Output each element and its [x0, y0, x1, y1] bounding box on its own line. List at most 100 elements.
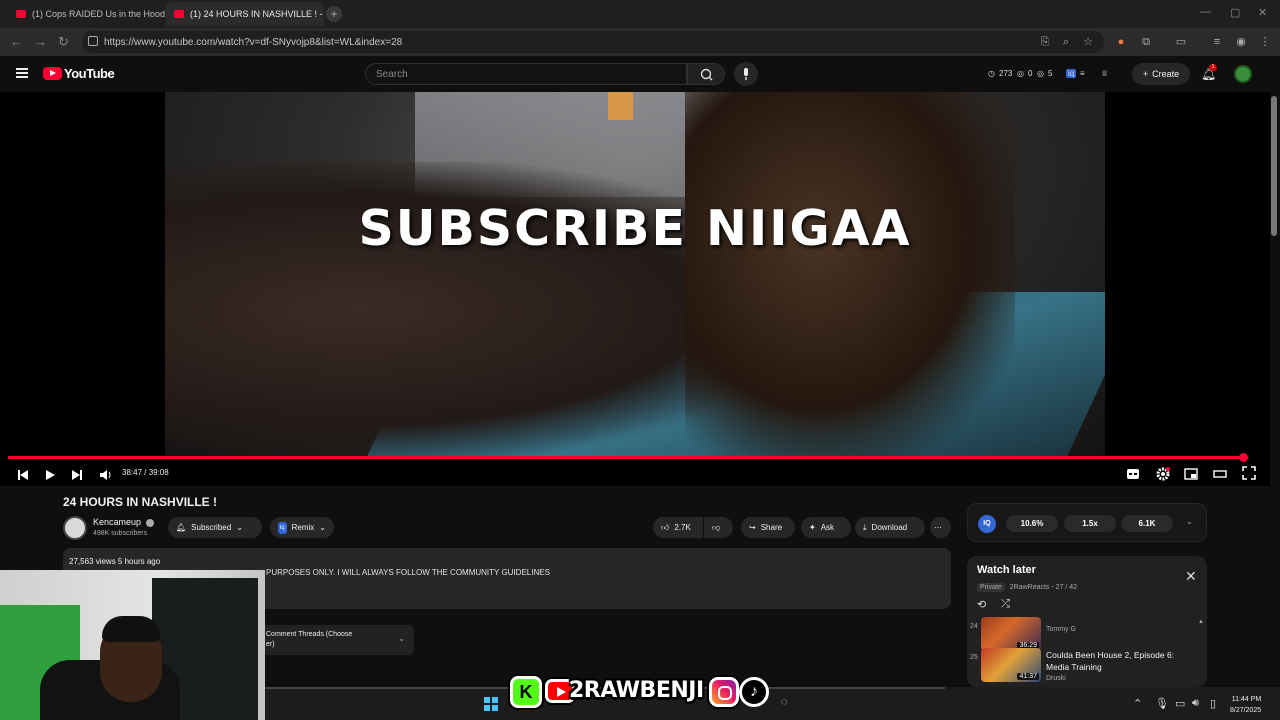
dislike-button[interactable]: 👎︎ — [704, 517, 733, 538]
search-input[interactable]: Search — [365, 63, 687, 85]
iq-chip-percent[interactable]: 10.6% — [1006, 515, 1058, 532]
install-app-icon[interactable]: ⎘ — [1038, 35, 1052, 49]
page-scrollbar[interactable] — [1271, 96, 1277, 236]
account-avatar[interactable] — [1234, 65, 1252, 83]
video-player[interactable]: SUBSCRIBE NIIGAA 38:47 / 39:08 — [0, 92, 1270, 486]
new-tab-button[interactable]: + — [326, 6, 342, 22]
play-icon[interactable] — [43, 468, 57, 482]
video-frame[interactable]: SUBSCRIBE NIIGAA — [165, 92, 1105, 458]
forward-icon[interactable]: → — [34, 34, 47, 49]
tab-title: (1) 24 HOURS IN NASHVILLE ! - — [190, 9, 323, 19]
ask-label: Ask — [820, 523, 835, 532]
video-thumbnail[interactable]: 41:37 — [981, 648, 1041, 682]
playlist-panel: Watch later ✕ Private 2RawReacts - 27 / … — [967, 556, 1207, 687]
miniplayer-icon[interactable] — [1184, 468, 1198, 480]
speaker-icon[interactable]: 🔊︎ — [1192, 697, 1199, 710]
remix-button[interactable]: iq Remix ⌄ — [270, 517, 334, 538]
trophy-icon[interactable]: ♕ — [1101, 69, 1108, 78]
theater-mode-icon[interactable] — [1213, 468, 1227, 480]
voice-search-button[interactable] — [734, 62, 758, 86]
scrubber-handle[interactable] — [1239, 453, 1248, 462]
next-icon[interactable] — [70, 468, 84, 482]
create-button[interactable]: + Create — [1132, 63, 1190, 85]
previous-icon[interactable] — [16, 468, 30, 482]
playlist-item[interactable]: 25 41:37 Coulda Been House 2, Episode 6:… — [967, 648, 1207, 684]
profile-icon[interactable]: ◉ — [1234, 35, 1248, 49]
microphone-tray-icon[interactable]: 🎙︎ — [1155, 697, 1169, 710]
browser-menu-icon[interactable]: ⋮ — [1258, 35, 1272, 49]
channel-name[interactable]: Kencameup — [93, 517, 141, 527]
minimize-icon[interactable]: — — [1200, 6, 1211, 18]
maximize-icon[interactable]: ▢ — [1230, 6, 1240, 19]
iq-chip-speed[interactable]: 1.5x — [1064, 515, 1116, 532]
subscribed-button[interactable]: 🔔︎ Subscribed ⌄ — [168, 517, 262, 538]
sort-label-line-2: er) — [266, 641, 275, 648]
chevron-up-icon[interactable]: ⌃ — [1133, 697, 1142, 710]
privacy-badge: Private — [977, 583, 1005, 592]
browser-tab-active[interactable]: (1) 24 HOURS IN NASHVILLE ! - ✕ — [166, 2, 324, 26]
volume-icon[interactable] — [98, 468, 112, 482]
comment-sort-dropdown[interactable]: Comment Threads (Choose er) ⌄ — [262, 625, 414, 655]
close-window-icon[interactable]: ✕ — [1258, 6, 1267, 19]
stat-b: 0 — [1028, 69, 1033, 78]
remix-label: Remix — [291, 523, 315, 532]
menu-icon[interactable] — [16, 68, 28, 78]
video-thumbnail[interactable]: 36:29 — [981, 617, 1041, 651]
search-button[interactable] — [687, 63, 725, 85]
channel-avatar[interactable] — [63, 516, 87, 540]
settings-gear-icon[interactable] — [1155, 466, 1171, 482]
loop-icon[interactable]: ⟲ — [977, 598, 986, 611]
iq-chip-count[interactable]: 6.1K — [1121, 515, 1173, 532]
video-scene-person — [685, 92, 1015, 458]
url-text: https://www.youtube.com/watch?v=df-SNyvo… — [104, 36, 403, 48]
time-display: 38:47 / 39:08 — [122, 468, 169, 477]
playlist-owner[interactable]: 2RawReacts — [1010, 584, 1050, 591]
plus-icon: + — [1142, 69, 1149, 79]
windows-start-icon[interactable] — [484, 697, 498, 711]
progress-bar[interactable] — [8, 456, 1243, 459]
browser-tab[interactable]: (1) Cops RAIDED Us in the Hood... ✕ — [8, 2, 166, 26]
url-bar[interactable]: https://www.youtube.com/watch?v=df-SNyvo… — [82, 31, 1104, 53]
youtube-logo-icon[interactable] — [43, 67, 62, 80]
chevron-down-icon: ⌄ — [398, 634, 405, 643]
captions-icon[interactable] — [1126, 468, 1140, 480]
like-button[interactable]: 👍︎ 2.7K — [653, 517, 703, 538]
bookmark-star-icon[interactable]: ☆ — [1081, 35, 1095, 49]
close-tab-icon[interactable]: ✕ — [323, 8, 324, 21]
chevron-down-icon[interactable]: ⌄ — [1186, 517, 1193, 526]
extensions-puzzle-icon[interactable]: ⧉ — [1139, 35, 1153, 49]
playlist-title[interactable]: Watch later — [977, 564, 1036, 576]
create-label: Create — [1152, 69, 1180, 79]
streamer-name: 2RAWBENJI — [569, 678, 704, 703]
clock-icon: ◷ — [988, 69, 995, 78]
ask-button[interactable]: ✦ Ask — [801, 517, 851, 538]
reading-list-icon[interactable]: ≡ — [1210, 35, 1224, 49]
iq-extension-icon[interactable]: iq — [1066, 69, 1077, 78]
microphone-icon — [744, 68, 748, 80]
more-actions-button[interactable]: ⋯ — [930, 517, 951, 538]
network-icon[interactable]: ▭ — [1175, 697, 1185, 710]
instagram-logo-icon — [709, 677, 739, 707]
reload-icon[interactable]: ↻ — [58, 34, 69, 50]
playlist-scroll-up-icon[interactable]: ▲ — [1198, 619, 1204, 625]
battery-icon[interactable]: ▯ — [1210, 697, 1216, 710]
youtube-wordmark[interactable]: YouTube — [64, 66, 115, 81]
list-icon[interactable]: ≡ — [1080, 69, 1085, 78]
cast-icon[interactable]: ▭ — [1174, 35, 1188, 49]
fullscreen-icon[interactable] — [1242, 466, 1256, 480]
item-title: Coulda Been House 2, Episode 6: Media Tr… — [1046, 650, 1175, 672]
back-icon[interactable]: ← — [10, 34, 23, 49]
sort-label-line-1: Comment Threads (Choose — [266, 631, 353, 638]
site-info-icon[interactable] — [88, 36, 98, 46]
zoom-icon[interactable]: ⌕ — [1059, 35, 1073, 49]
app-icon[interactable]: ◌ — [781, 696, 788, 708]
subscribed-label: Subscribed — [191, 523, 232, 532]
browser-tab-strip: (1) Cops RAIDED Us in the Hood... ✕ (1) … — [0, 0, 1280, 28]
system-clock[interactable]: 11:44 PM 8/27/2025 — [1230, 694, 1261, 716]
download-button[interactable]: ⤓ Download — [855, 517, 925, 538]
share-button[interactable]: ↪ Share — [741, 517, 795, 538]
iq-logo-icon[interactable]: IQ — [978, 515, 996, 533]
extension-icon[interactable]: ● — [1114, 35, 1128, 49]
shuffle-icon[interactable]: ⤮ — [1001, 598, 1010, 611]
close-icon[interactable]: ✕ — [1185, 568, 1197, 585]
